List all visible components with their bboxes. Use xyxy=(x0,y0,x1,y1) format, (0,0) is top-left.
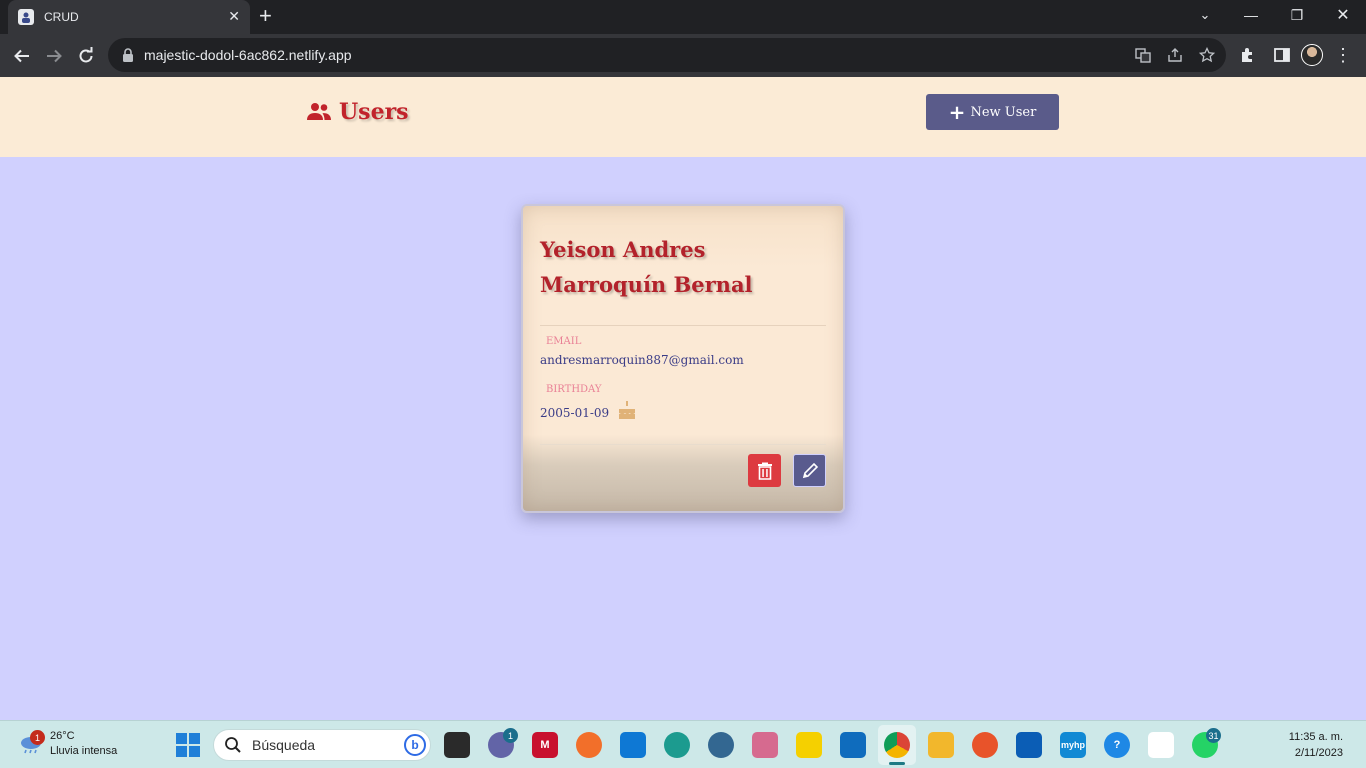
birthday-value: 2005-01-09 xyxy=(540,406,610,420)
system-clock[interactable]: 11:35 a. m. 2/11/2023 xyxy=(1280,729,1343,761)
weather-badge: 1 xyxy=(30,730,45,745)
anime-app-icon[interactable] xyxy=(752,732,778,758)
edge-icon[interactable] xyxy=(664,732,690,758)
reload-button[interactable] xyxy=(72,42,100,70)
bookmark-star-icon[interactable] xyxy=(1198,46,1216,64)
browser-tab[interactable]: CRUD ✕ xyxy=(8,0,250,34)
windows-taskbar: 1 26°C Lluvia intensa Búsqueda b 1 M myh… xyxy=(0,720,1366,768)
profile-avatar[interactable] xyxy=(1301,44,1323,66)
rain-cloud-icon: 1 xyxy=(18,730,45,755)
user-card: Yeison Andres Marroquín Bernal EMAIL and… xyxy=(521,204,845,513)
birthday-label: BIRTHDAY xyxy=(546,384,602,395)
mcafee-icon[interactable]: M xyxy=(532,732,558,758)
task-view-icon[interactable] xyxy=(444,732,470,758)
plus-icon: + xyxy=(948,100,966,124)
chrome-icon[interactable] xyxy=(884,732,910,758)
microsoft-store-icon[interactable] xyxy=(1016,732,1042,758)
new-user-label: New User xyxy=(970,104,1037,120)
close-window-button[interactable]: ✕ xyxy=(1328,0,1358,30)
mail-icon[interactable] xyxy=(840,732,866,758)
forward-button[interactable] xyxy=(40,42,68,70)
clock-time: 11:35 a. m. xyxy=(1288,731,1343,743)
whatsapp-badge: 31 xyxy=(1206,728,1221,743)
postgresql-icon[interactable] xyxy=(708,732,734,758)
users-icon xyxy=(307,103,331,120)
app-header: Users + New User xyxy=(0,77,1366,157)
email-value: andresmarroquin887@gmail.com xyxy=(540,353,744,367)
email-label: EMAIL xyxy=(546,336,582,347)
tab-title: CRUD xyxy=(44,10,79,24)
url-text: majestic-dodol-6ac862.netlify.app xyxy=(144,47,352,63)
edit-user-button[interactable] xyxy=(793,454,826,487)
trash-icon xyxy=(757,462,772,480)
tab-search-icon[interactable]: ⌄ xyxy=(1190,0,1220,30)
card-divider xyxy=(540,444,826,445)
help-icon[interactable]: ? xyxy=(1104,732,1130,758)
postman-icon[interactable] xyxy=(576,732,602,758)
bing-icon[interactable]: b xyxy=(404,734,426,756)
restore-button[interactable]: ❐ xyxy=(1282,0,1312,30)
search-placeholder: Búsqueda xyxy=(252,737,316,753)
browser-menu-icon[interactable]: ⋮ xyxy=(1334,44,1352,66)
start-button[interactable] xyxy=(176,733,200,757)
sticky-app-icon[interactable] xyxy=(796,732,822,758)
extensions-puzzle-icon[interactable] xyxy=(1236,43,1260,67)
teams-badge: 1 xyxy=(503,728,518,743)
side-panel-icon[interactable] xyxy=(1270,43,1294,67)
search-icon xyxy=(225,737,241,753)
browser-tab-bar: CRUD ✕ + ⌄ — ❐ ✕ xyxy=(0,0,1366,34)
active-app-indicator xyxy=(889,762,905,765)
taskbar-search[interactable]: Búsqueda b xyxy=(213,729,431,761)
vscode-icon[interactable] xyxy=(620,732,646,758)
page-title: Users xyxy=(339,99,409,125)
clock-date: 2/11/2023 xyxy=(1294,747,1343,759)
user-name: Yeison Andres Marroquín Bernal xyxy=(540,237,753,297)
pencil-icon xyxy=(802,462,818,478)
myhp-icon[interactable]: myhp xyxy=(1060,732,1086,758)
minimize-button[interactable]: — xyxy=(1236,0,1266,30)
file-explorer-icon[interactable] xyxy=(928,732,954,758)
card-divider xyxy=(540,325,826,326)
tab-close-icon[interactable]: ✕ xyxy=(228,8,240,25)
back-button[interactable] xyxy=(8,42,36,70)
share-icon[interactable] xyxy=(1166,46,1184,64)
firefox-icon[interactable] xyxy=(972,732,998,758)
address-bar[interactable]: majestic-dodol-6ac862.netlify.app xyxy=(108,38,1226,72)
delete-user-button[interactable] xyxy=(748,454,781,487)
weather-desc: Lluvia intensa xyxy=(50,745,118,757)
new-tab-button[interactable]: + xyxy=(259,5,272,27)
browser-toolbar: majestic-dodol-6ac862.netlify.app ⋮ xyxy=(0,34,1366,77)
weather-temp: 26°C xyxy=(50,730,75,742)
slack-icon[interactable] xyxy=(1148,732,1174,758)
cake-icon xyxy=(619,401,635,419)
translate-icon[interactable] xyxy=(1134,46,1152,64)
new-user-button[interactable]: + New User xyxy=(926,94,1059,130)
tab-favicon-icon xyxy=(18,9,34,25)
weather-widget[interactable]: 1 26°C Lluvia intensa xyxy=(18,729,117,759)
lock-icon xyxy=(123,48,133,62)
brand: Users xyxy=(307,99,409,125)
